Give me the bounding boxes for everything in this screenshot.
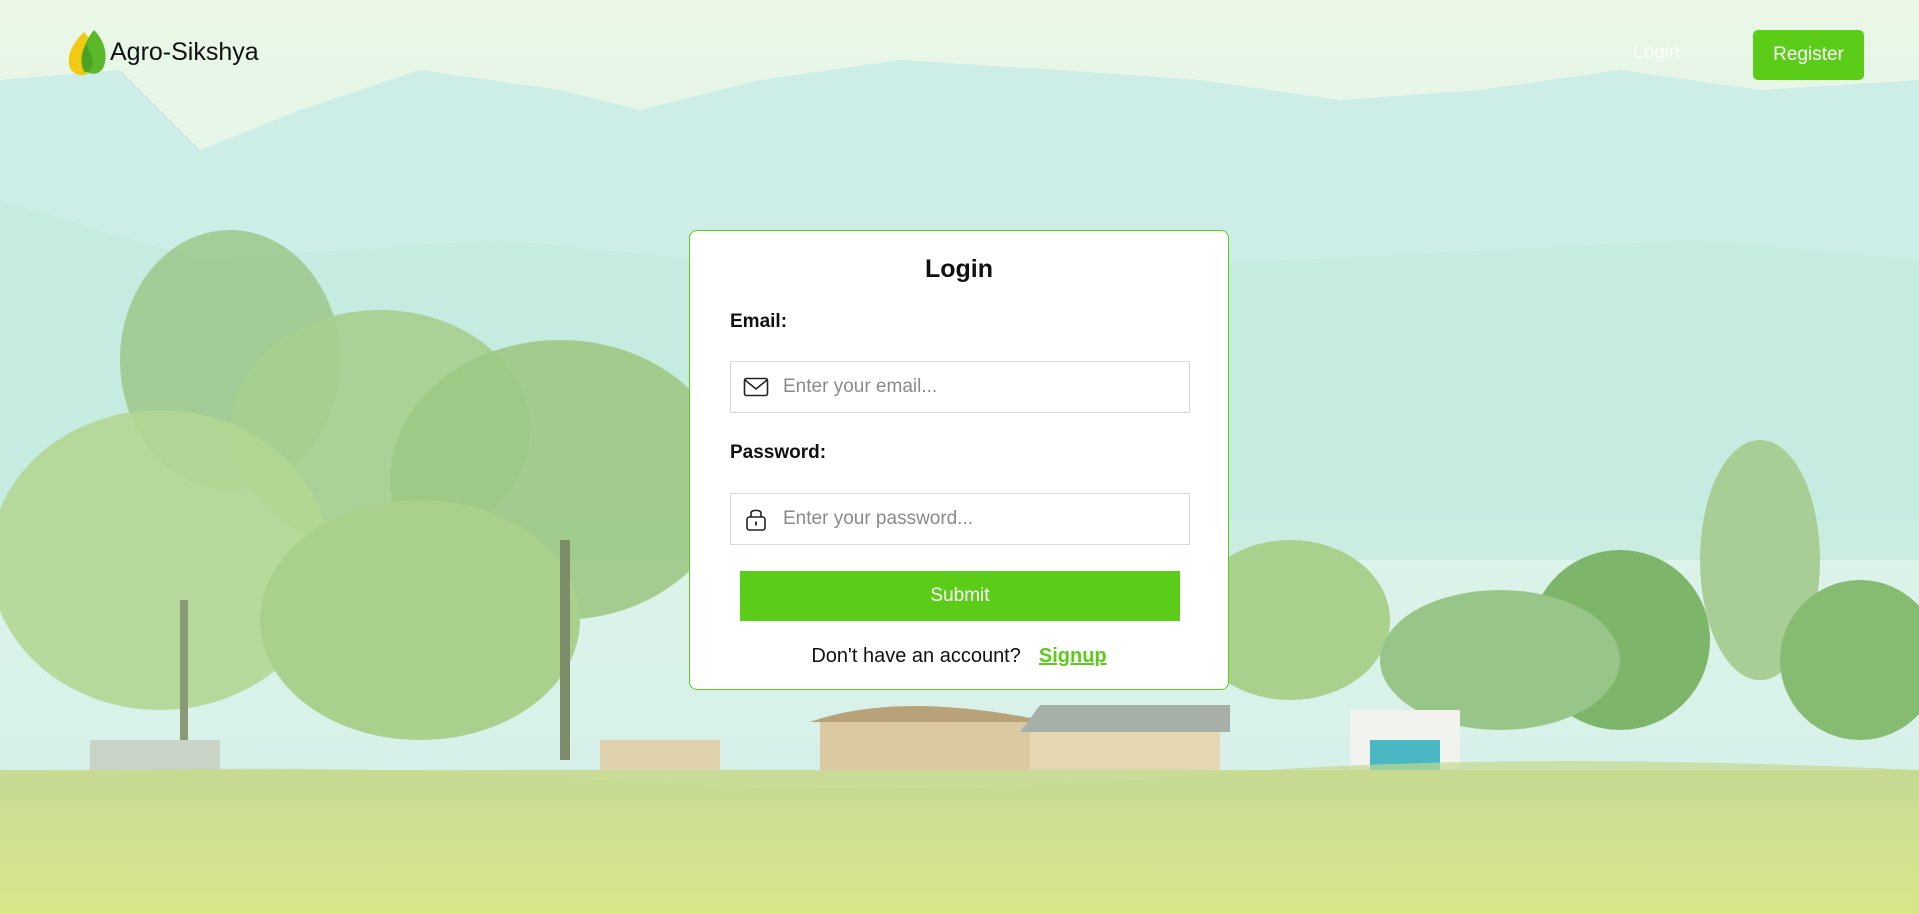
email-field-wrapper — [730, 361, 1190, 413]
signup-link[interactable]: Signup — [1039, 645, 1107, 667]
email-label: Email: — [730, 311, 788, 332]
register-button[interactable]: Register — [1753, 30, 1864, 80]
password-label: Password: — [730, 442, 827, 463]
email-input[interactable] — [781, 366, 1189, 408]
password-field-wrapper — [730, 493, 1190, 545]
login-card: Login Email: Password: Submit Don't have… — [689, 230, 1229, 690]
header: Agro-Sikshya Login Register — [0, 4, 1919, 100]
nav-login-link[interactable]: Login — [1633, 42, 1680, 64]
signup-row: Don't have an account? Signup — [690, 645, 1228, 668]
submit-button[interactable]: Submit — [740, 571, 1180, 621]
envelope-icon — [743, 377, 769, 397]
signup-prompt: Don't have an account? — [811, 645, 1021, 667]
page: Agro-Sikshya Login Register Login Email:… — [0, 0, 1919, 914]
brand-name: Agro-Sikshya — [110, 37, 259, 66]
login-title: Login — [924, 255, 994, 283]
leaf-logo-icon — [68, 30, 106, 76]
lock-icon — [746, 509, 766, 531]
brand-logo[interactable]: Agro-Sikshya — [62, 26, 259, 78]
password-input[interactable] — [781, 498, 1189, 540]
